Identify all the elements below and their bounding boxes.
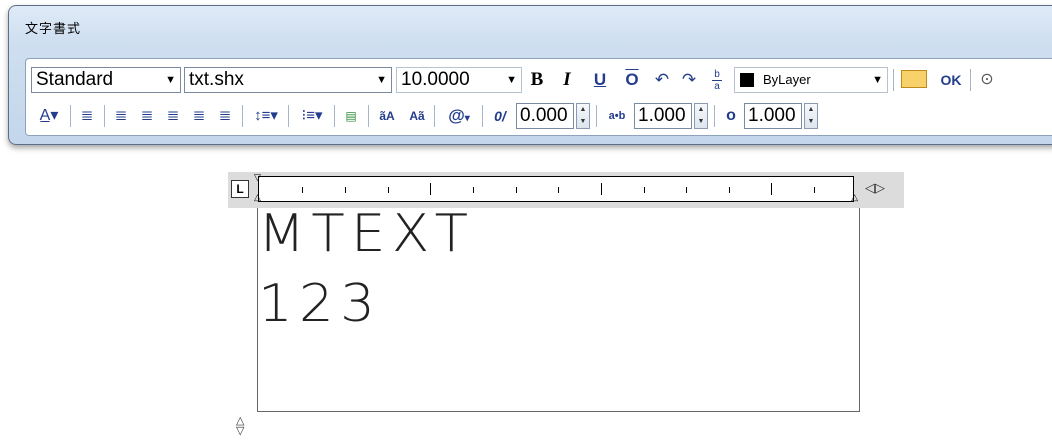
toolbar-row-1: Standard ▼ txt.shx ▼ 10.0000 ▼ B I U O ↶…	[26, 63, 1052, 95]
oblique-angle-spinner[interactable]: ▲ ▼	[576, 103, 590, 129]
stack-button[interactable]: ba	[706, 67, 728, 95]
text-formatting-window: 文字書式 Standard ▼ txt.shx ▼ 10.0000 ▼ B I …	[8, 5, 1052, 145]
ruler-tick	[644, 187, 645, 193]
separator	[288, 105, 289, 127]
paragraph-indent-marker[interactable]: △	[254, 193, 261, 202]
ruler-tick	[686, 187, 687, 193]
ruler-tick	[388, 187, 389, 193]
align-left-icon[interactable]: ≣	[110, 103, 132, 129]
distribute-icon[interactable]: ≣	[214, 103, 236, 129]
italic-button[interactable]: I	[556, 67, 578, 93]
separator	[434, 105, 435, 127]
align-center-icon[interactable]: ≣	[136, 103, 158, 129]
tab-type-button[interactable]: L	[231, 180, 249, 198]
ruler-tick	[729, 187, 730, 193]
lowercase-button[interactable]: Aã	[404, 103, 430, 129]
width-factor-input[interactable]: 1.000	[744, 103, 802, 129]
align-right-icon[interactable]: ≣	[162, 103, 184, 129]
ruler-tick	[516, 187, 517, 193]
separator	[334, 105, 335, 127]
separator	[242, 105, 243, 127]
oblique-angle-input[interactable]: 0.000	[516, 103, 574, 129]
ok-button[interactable]: OK	[938, 67, 964, 93]
text-height-value: 10.0000	[401, 69, 470, 90]
separator	[596, 105, 597, 127]
color-swatch	[740, 73, 754, 87]
ruler-tick	[473, 187, 474, 193]
underline-button[interactable]: U	[589, 67, 611, 93]
toolbar-row-2: A̲▾ ≣ ≣ ≣ ≣ ≣ ≣ ↕≡▾ ⁝≡▾ ▤ ãA Aã @▾ 0/ 0.…	[26, 99, 1052, 131]
overline-button[interactable]: O	[621, 67, 643, 93]
first-indent-marker[interactable]: ▽	[254, 173, 261, 182]
separator	[970, 69, 971, 91]
chevron-down-icon[interactable]: ▼	[165, 68, 176, 92]
height-resize-icon[interactable]: △ ▽	[236, 416, 244, 437]
oblique-angle-label: 0/	[494, 108, 506, 124]
text-style-value: Standard	[36, 69, 114, 90]
separator	[482, 105, 483, 127]
ruler-tick	[771, 183, 772, 195]
text-line[interactable]: MTEXT	[258, 204, 474, 264]
numbering-icon[interactable]: ⁝≡▾	[294, 103, 330, 129]
ruler-bar: L ▽ △ △ ◁▷	[228, 172, 904, 208]
text-color-select[interactable]: ByLayer ▼	[734, 67, 888, 93]
width-factor-label: o	[726, 107, 736, 124]
ruler-tick	[601, 183, 602, 195]
chevron-down-icon[interactable]: ▼	[872, 68, 883, 92]
window-title: 文字書式	[25, 21, 82, 36]
toolbar-panel: Standard ▼ txt.shx ▼ 10.0000 ▼ B I U O ↶…	[25, 58, 1052, 136]
chevron-down-icon[interactable]: ▼	[506, 68, 517, 92]
ruler-tick	[345, 187, 346, 193]
separator	[893, 69, 894, 91]
mtext-editor[interactable]: MTEXT 123	[257, 204, 860, 412]
separator	[714, 105, 715, 127]
font-select[interactable]: txt.shx ▼	[184, 67, 392, 93]
separator	[368, 105, 369, 127]
ruler-toggle-button[interactable]	[899, 67, 931, 93]
options-chevron-icon[interactable]: ⊙	[976, 67, 998, 93]
text-height-select[interactable]: 10.0000 ▼	[396, 67, 522, 93]
text-color-value: ByLayer	[763, 72, 811, 87]
redo-icon[interactable]: ↷	[678, 67, 700, 93]
uppercase-button[interactable]: ãA	[374, 103, 400, 129]
right-indent-marker[interactable]: △	[851, 193, 858, 202]
chevron-down-icon[interactable]: ▼	[376, 68, 387, 92]
paragraph-icon[interactable]: ≣	[76, 103, 98, 129]
undo-icon[interactable]: ↶	[651, 67, 673, 93]
text-line[interactable]: 123	[258, 274, 381, 334]
separator	[70, 105, 71, 127]
align-justify-icon[interactable]: ≣	[188, 103, 210, 129]
ruler-tick	[302, 187, 303, 193]
separator	[104, 105, 105, 127]
symbol-button[interactable]: @▾	[440, 103, 478, 129]
width-resize-icon[interactable]: ◁▷	[865, 180, 885, 196]
ruler[interactable]: ▽ △ △	[254, 173, 858, 202]
text-style-select[interactable]: Standard ▼	[31, 67, 181, 93]
font-value: txt.shx	[189, 69, 244, 90]
line-spacing-icon[interactable]: ↕≡▾	[248, 103, 284, 129]
symbol-label: @	[448, 106, 465, 125]
ruler-tick	[430, 183, 431, 195]
ruler-tick	[558, 187, 559, 193]
justification-button[interactable]: A̲▾	[32, 103, 66, 129]
tracking-input[interactable]: 1.000	[634, 103, 692, 129]
bold-button[interactable]: B	[526, 67, 548, 93]
tracking-spinner[interactable]: ▲ ▼	[694, 103, 708, 129]
ruler-tick	[814, 187, 815, 193]
tracking-label: a•b	[608, 110, 626, 122]
insert-field-icon[interactable]: ▤	[340, 103, 362, 129]
width-factor-spinner[interactable]: ▲ ▼	[804, 103, 818, 129]
